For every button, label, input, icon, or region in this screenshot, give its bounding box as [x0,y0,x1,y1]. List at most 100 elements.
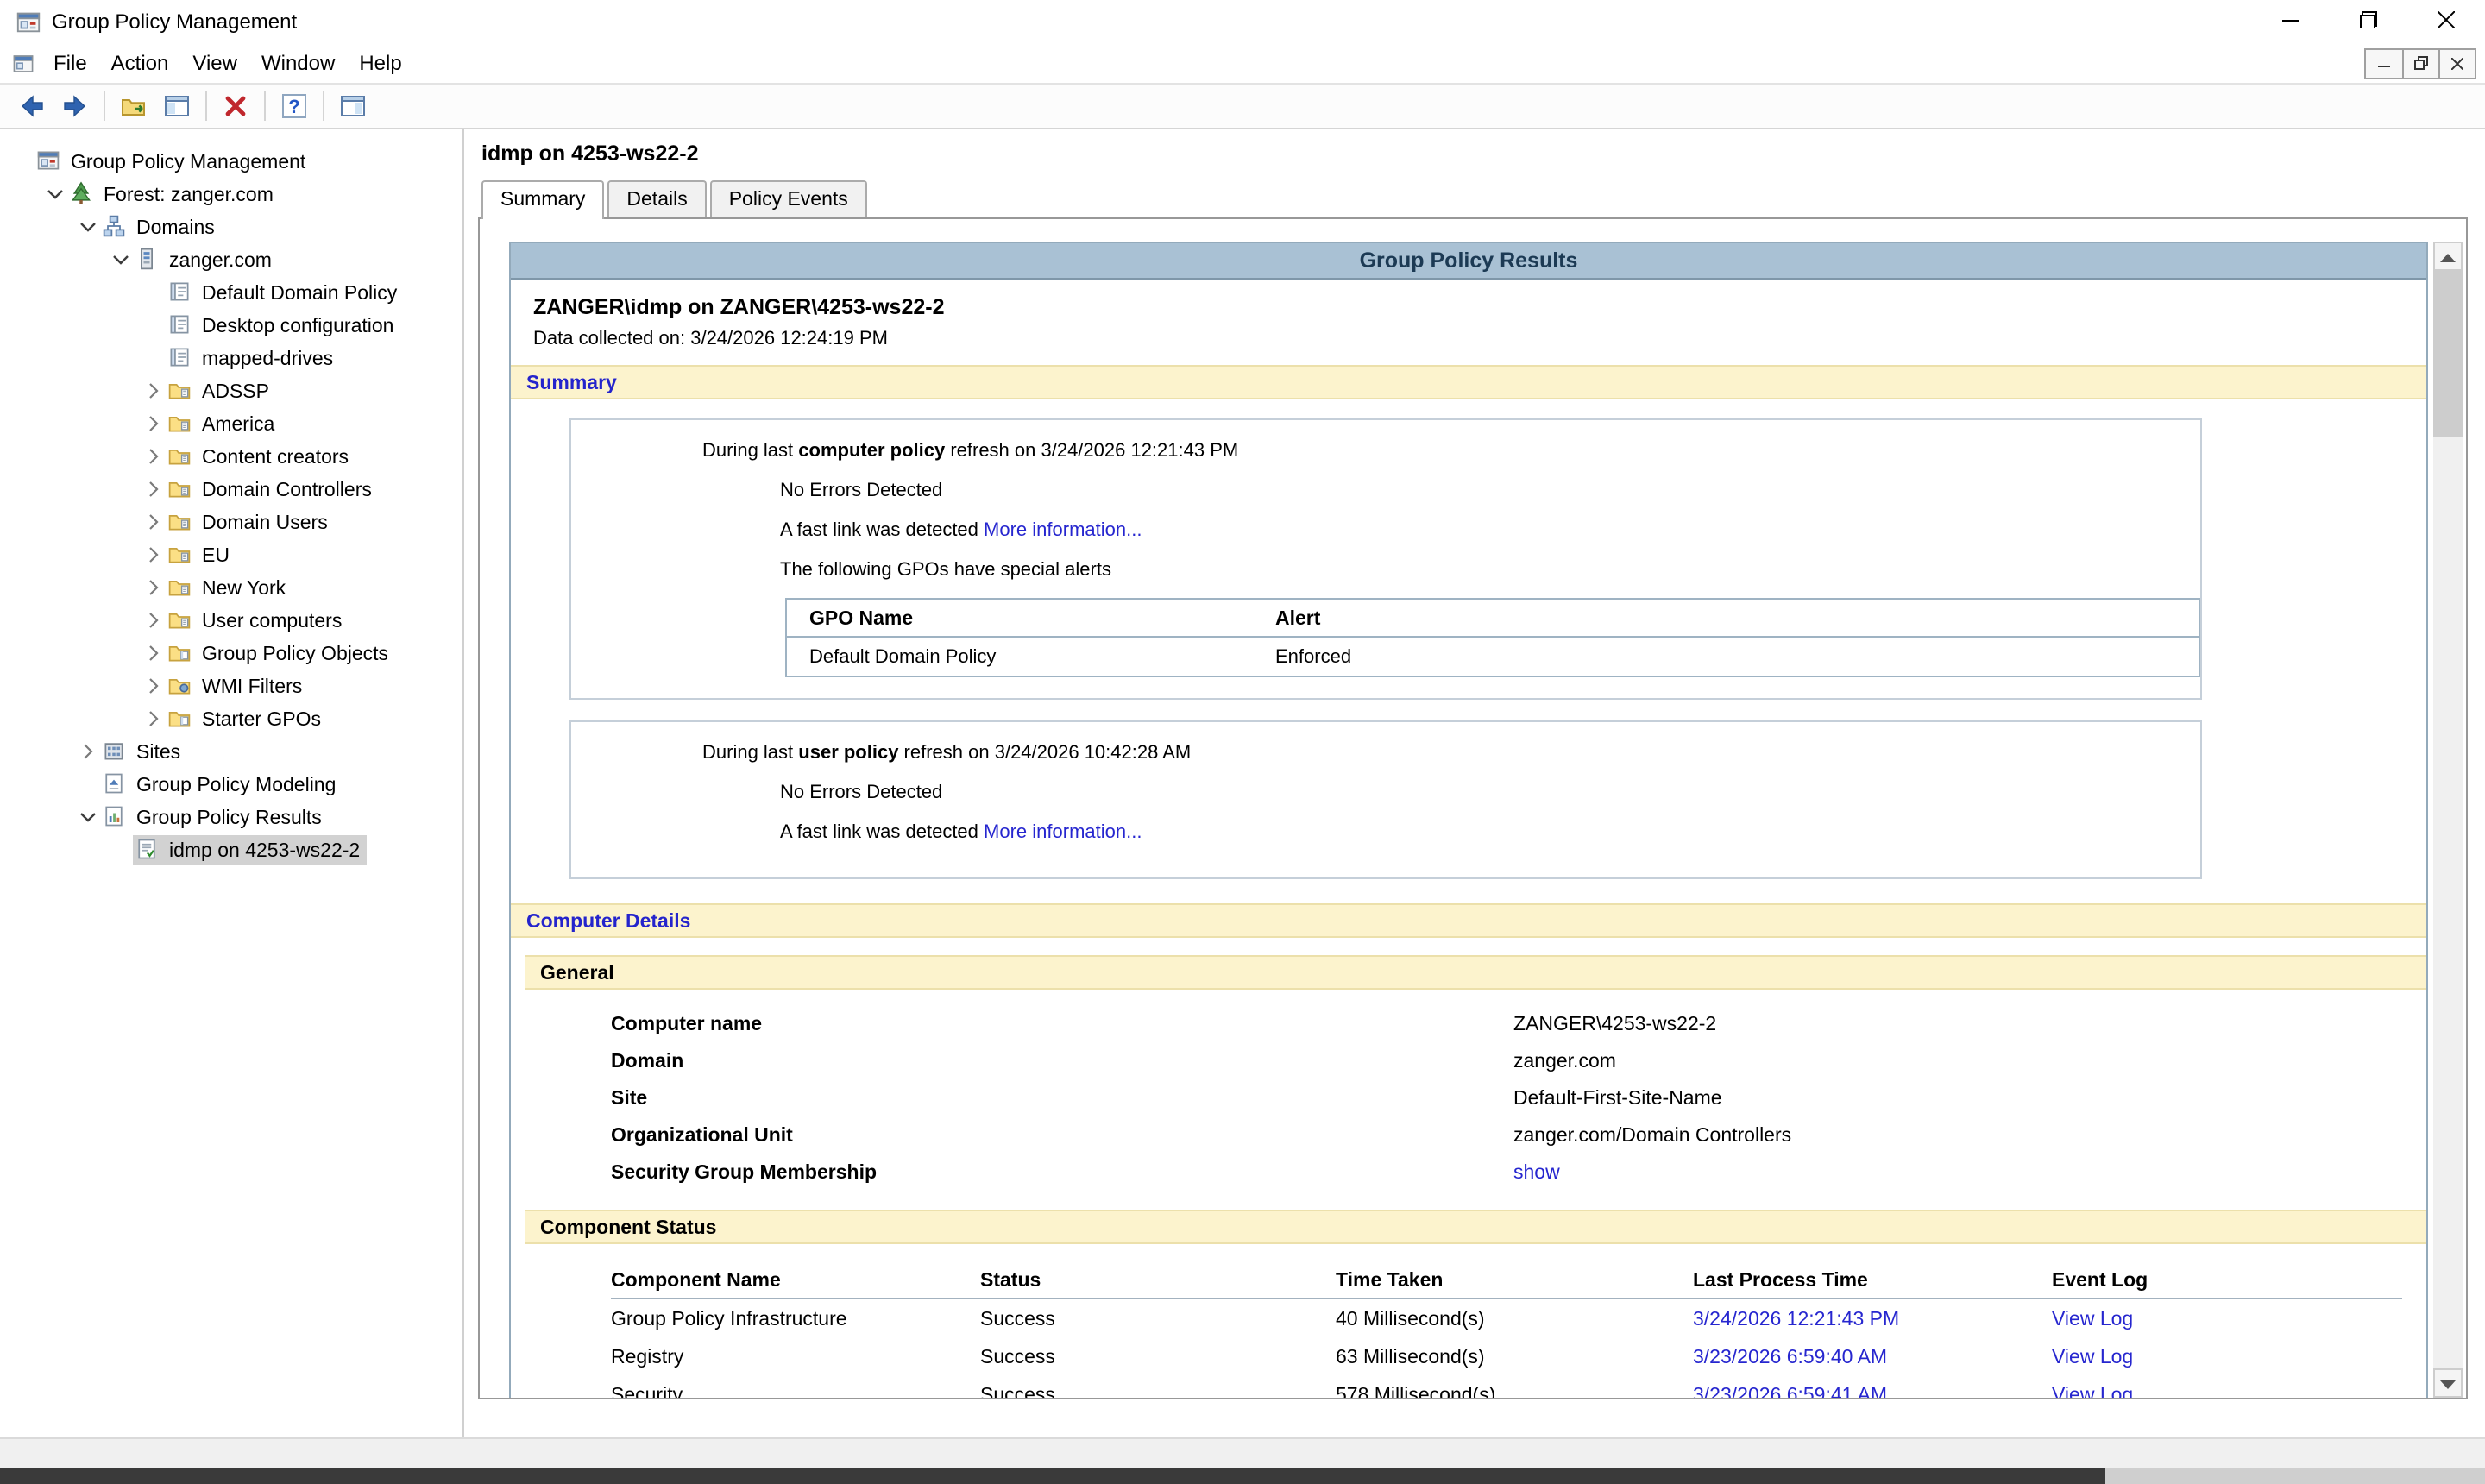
tree-item-content-creators[interactable]: Content creators [0,440,462,473]
mdi-minimize-button[interactable] [2366,50,2402,78]
tree-item-hit-area[interactable]: Content creators [166,442,355,471]
tree-item-desktop-configuration[interactable]: Desktop configuration [0,309,462,342]
chevron-collapsed-icon[interactable] [142,383,166,399]
scroll-up-button[interactable] [2433,242,2463,271]
computer-details-band[interactable]: Computer Details [511,903,2426,938]
scroll-down-button[interactable] [2433,1368,2463,1398]
tree-item-hit-area[interactable]: Group Policy Results [100,802,329,832]
show-action-pane-button[interactable] [331,86,374,126]
view-log-link[interactable]: View Log [2052,1307,2402,1330]
tree-item-group-policy-results[interactable]: Group Policy Results [0,801,462,833]
tree-item-hit-area[interactable]: Starter GPOs [166,704,328,733]
menu-file[interactable]: File [41,47,99,81]
tree-item-hit-area[interactable]: User computers [166,606,349,635]
chevron-expanded-icon[interactable] [76,809,100,825]
tree-item-hit-area[interactable]: WMI Filters [166,671,309,701]
tree-item-hit-area[interactable]: zanger.com [133,245,279,274]
more-information-link[interactable]: More information... [984,821,1142,842]
tree-item-idmp-on-4253-ws22-2[interactable]: idmp on 4253-ws22-2 [0,833,462,866]
tree-item-default-domain-policy[interactable]: Default Domain Policy [0,276,462,309]
chevron-expanded-icon[interactable] [109,252,133,267]
last-process-time-link[interactable]: 3/23/2026 6:59:40 AM [1693,1345,2052,1368]
chevron-collapsed-icon[interactable] [142,481,166,497]
tree-item-sites[interactable]: Sites [0,735,462,768]
forward-button[interactable] [53,86,97,126]
tree-item-forest-zanger-com[interactable]: Forest: zanger.com [0,178,462,211]
menu-action[interactable]: Action [99,47,181,81]
tree-item-domain-controllers[interactable]: Domain Controllers [0,473,462,506]
tree-item-group-policy-modeling[interactable]: Group Policy Modeling [0,768,462,801]
tree-item-hit-area[interactable]: EU [166,540,236,569]
chevron-collapsed-icon[interactable] [76,744,100,759]
tree-item-hit-area[interactable]: America [166,409,281,438]
scrollbar-thumb[interactable] [2433,271,2463,437]
report-scrollbar[interactable] [2433,242,2463,1398]
delete-button[interactable] [214,86,257,126]
tree-item-hit-area[interactable]: Domains [100,212,222,242]
tree-item-group-policy-objects[interactable]: Group Policy Objects [0,637,462,670]
tree-item-wmi-filters[interactable]: WMI Filters [0,670,462,702]
maximize-button[interactable] [2330,0,2407,45]
back-button[interactable] [10,86,53,126]
tree-item-hit-area[interactable]: Default Domain Policy [166,278,404,307]
tree-item-hit-area[interactable]: Domain Controllers [166,475,379,504]
tree-item-zanger-com[interactable]: zanger.com [0,243,462,276]
tree-item-eu[interactable]: EU [0,538,462,571]
chevron-expanded-icon[interactable] [76,219,100,235]
minimize-button[interactable] [2252,0,2330,45]
chevron-expanded-icon[interactable] [43,186,67,202]
tree-item-hit-area[interactable]: Group Policy Modeling [100,770,343,799]
chevron-collapsed-icon[interactable] [142,416,166,431]
menu-help[interactable]: Help [347,47,413,81]
tree-item-domains[interactable]: Domains [0,211,462,243]
last-process-time-link[interactable]: 3/24/2026 12:21:43 PM [1693,1307,2052,1330]
export-list-button[interactable] [112,86,155,126]
chevron-collapsed-icon[interactable] [142,514,166,530]
tab-details[interactable]: Details [607,180,706,217]
view-log-link[interactable]: View Log [2052,1345,2402,1368]
menu-window[interactable]: Window [249,47,347,81]
close-button[interactable] [2407,0,2485,45]
tab-summary[interactable]: Summary [481,180,604,219]
chevron-collapsed-icon[interactable] [142,645,166,661]
tree-item-hit-area[interactable]: Sites [100,737,187,766]
component-status-band[interactable]: Component Status [525,1210,2426,1244]
tree-item-new-york[interactable]: New York [0,571,462,604]
fast-link-line: A fast link was detected More informatio… [571,515,2200,544]
chevron-collapsed-icon[interactable] [142,711,166,726]
tree-item-domain-users[interactable]: Domain Users [0,506,462,538]
summary-band[interactable]: Summary [511,365,2426,399]
more-information-link[interactable]: More information... [984,519,1142,540]
tree-item-hit-area[interactable]: Forest: zanger.com [67,179,280,209]
show-console-tree-button[interactable] [155,86,198,126]
tree-item-mapped-drives[interactable]: mapped-drives [0,342,462,374]
tree-item-hit-area[interactable]: ADSSP [166,376,276,406]
tree-item-hit-area[interactable]: New York [166,573,293,602]
view-log-link[interactable]: View Log [2052,1383,2402,1399]
scrollbar-track[interactable] [2433,271,2463,1368]
help-button[interactable]: ? [273,86,316,126]
tree-item-user-computers[interactable]: User computers [0,604,462,637]
chevron-collapsed-icon[interactable] [142,678,166,694]
last-process-time-link[interactable]: 3/23/2026 6:59:41 AM [1693,1383,2052,1399]
tree-item-adssp[interactable]: ADSSP [0,374,462,407]
tree-item-hit-area[interactable]: Group Policy Objects [166,638,395,668]
tree-item-hit-area[interactable]: Domain Users [166,507,335,537]
tab-policy-events[interactable]: Policy Events [710,180,867,217]
tree-item-hit-area[interactable]: Desktop configuration [166,311,400,340]
show-link[interactable]: show [1513,1154,1560,1191]
chevron-collapsed-icon[interactable] [142,449,166,464]
general-band[interactable]: General [525,955,2426,990]
tree-item-hit-area[interactable]: mapped-drives [166,343,340,373]
chevron-collapsed-icon[interactable] [142,613,166,628]
tree-item-america[interactable]: America [0,407,462,440]
tree-item-starter-gpos[interactable]: Starter GPOs [0,702,462,735]
mdi-restore-button[interactable] [2402,50,2438,78]
mdi-close-button[interactable] [2438,50,2475,78]
menu-view[interactable]: View [180,47,249,81]
tree-item-hit-area[interactable]: Group Policy Management [35,147,312,176]
chevron-collapsed-icon[interactable] [142,580,166,595]
tree-item-hit-area[interactable]: idmp on 4253-ws22-2 [133,835,367,865]
chevron-collapsed-icon[interactable] [142,547,166,563]
tree-item-group-policy-management[interactable]: Group Policy Management [0,145,462,178]
